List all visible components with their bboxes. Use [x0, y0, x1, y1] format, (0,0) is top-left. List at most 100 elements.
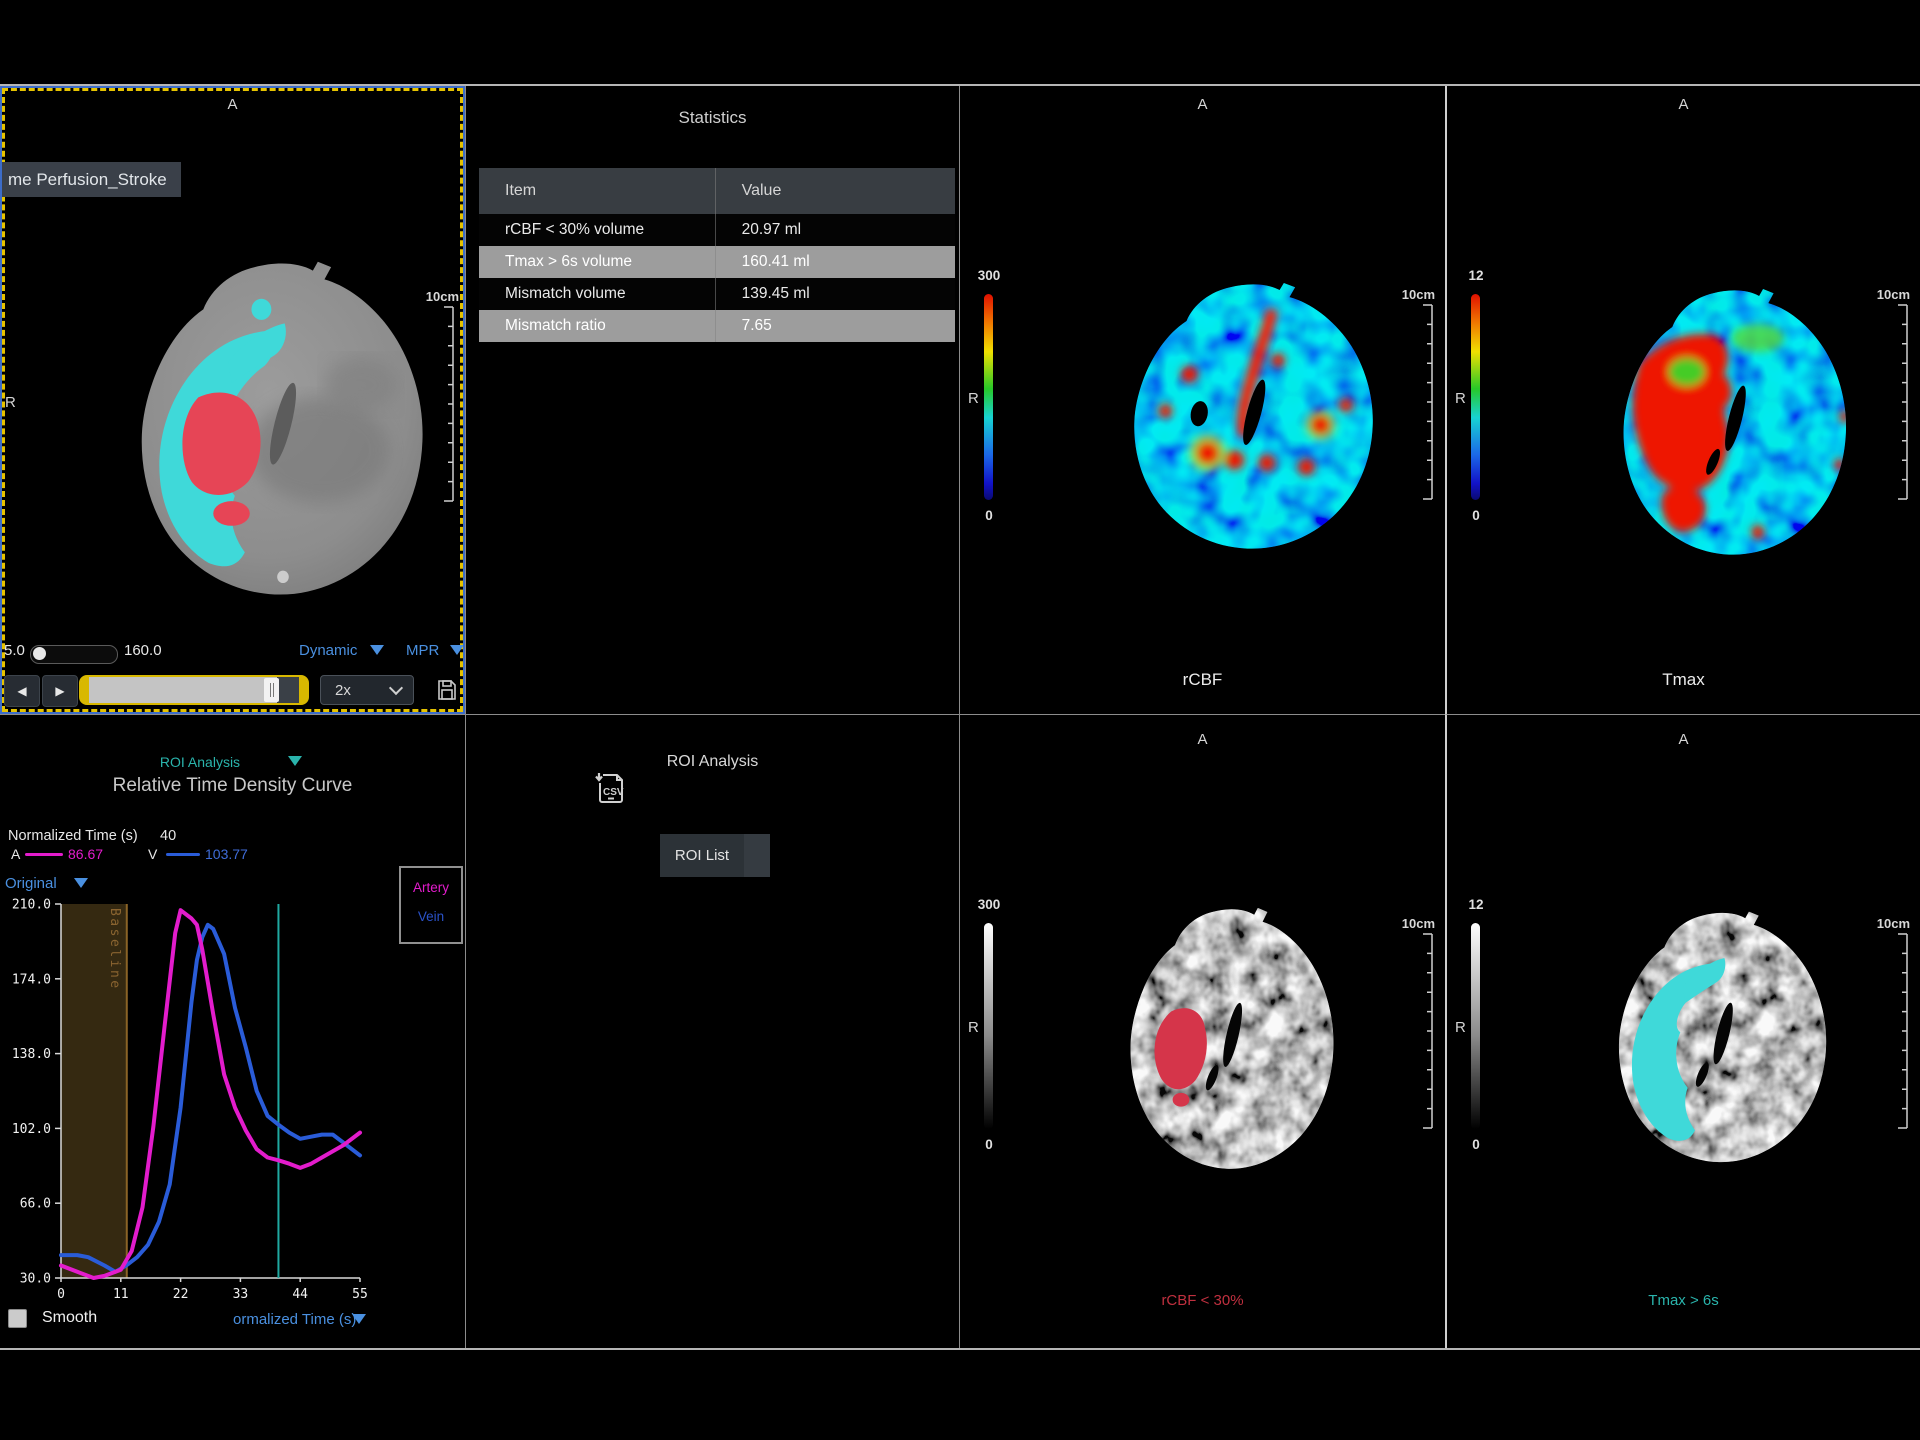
x-tick-label: 22: [173, 1287, 189, 1302]
dropdown-arrow-icon[interactable]: [352, 1314, 366, 1324]
next-frame-button[interactable]: ▶: [42, 675, 78, 707]
y-tick-label: 30.0: [20, 1272, 51, 1287]
map-caption: Tmax > 6s: [1447, 1292, 1920, 1309]
colorbar-jet: [984, 294, 993, 500]
colorbar-max-label: 12: [1456, 268, 1496, 283]
stat-item-cell: Tmax > 6s volume: [479, 253, 715, 271]
prev-icon: ◀: [17, 684, 26, 698]
roi-list-split[interactable]: [744, 834, 770, 877]
panel-ct-volume[interactable]: A me Perfusion_Stroke R 10cm: [0, 86, 465, 714]
colorbar-min-label: 0: [969, 1137, 1009, 1152]
orientation-a-label: A: [960, 96, 1445, 113]
panel-roi-analysis[interactable]: ROI Analysis CSV ROI List: [465, 714, 959, 1348]
colorbar-jet: [1471, 294, 1480, 500]
colorbar-min-label: 0: [1456, 508, 1496, 523]
scale-label: 10cm: [1877, 287, 1910, 302]
tmax-penumbra-brain-map: [1597, 905, 1842, 1170]
csv-export-icon: CSV: [593, 771, 627, 805]
orientation-a-label: A: [2, 96, 463, 113]
panel-tmax-map[interactable]: A 12 0 R 10cm: [1445, 86, 1920, 714]
scale-ruler: [1892, 304, 1908, 500]
prev-frame-button[interactable]: ◀: [4, 675, 40, 707]
save-button[interactable]: [432, 675, 462, 705]
panel-tmax-penumbra-map[interactable]: A 12 0 R 10cm Tmax > 6s: [1445, 714, 1920, 1348]
stat-item-cell: Mismatch ratio: [479, 317, 715, 335]
smooth-checkbox[interactable]: [8, 1309, 27, 1328]
timeline-left-cap[interactable]: [81, 677, 89, 703]
timeline-scrollbar[interactable]: [79, 675, 309, 705]
y-tick-label: 66.0: [20, 1197, 51, 1212]
chart-legend: Artery Vein: [399, 866, 463, 944]
table-row[interactable]: rCBF < 30% volume20.97 ml: [479, 214, 955, 246]
stat-value-cell: 139.45 ml: [715, 278, 955, 310]
scale-label: 10cm: [1402, 287, 1435, 302]
colorbar-max-label: 300: [969, 268, 1009, 283]
cine-speed-select[interactable]: 2x: [320, 675, 414, 705]
y-tick-label: 102.0: [12, 1122, 51, 1137]
panel-statistics[interactable]: Statistics Item Value rCBF < 30% volume2…: [465, 86, 959, 714]
y-tick-label: 138.0: [12, 1047, 51, 1062]
orientation-a-label: A: [1447, 731, 1920, 748]
mode-dropdown[interactable]: Dynamic: [299, 642, 357, 659]
viewport-grid: A me Perfusion_Stroke R 10cm: [0, 84, 1920, 1350]
stat-item-cell: rCBF < 30% volume: [479, 221, 715, 239]
scale-label: 10cm: [1402, 916, 1435, 931]
map-caption: Tmax: [1447, 670, 1920, 690]
timeline-remaining: [277, 677, 299, 703]
statistics-table: Item Value rCBF < 30% volume20.97 mlTmax…: [479, 168, 955, 342]
colorbar-gray: [1471, 923, 1480, 1129]
roi-list-label: ROI List: [660, 834, 744, 877]
map-caption: rCBF: [960, 670, 1445, 690]
window-slider-knob[interactable]: [33, 647, 46, 660]
stat-value-cell: 20.97 ml: [715, 214, 955, 246]
stat-item-cell: Mismatch volume: [479, 285, 715, 303]
y-tick-label: 174.0: [12, 972, 51, 987]
scale-ruler: [1892, 933, 1908, 1129]
series-badge: me Perfusion_Stroke: [2, 162, 181, 197]
legend-artery: Artery: [401, 880, 461, 895]
x-tick-label: 55: [352, 1287, 368, 1302]
mode-dropdown-arrow-icon[interactable]: [370, 645, 384, 655]
legend-vein: Vein: [401, 909, 461, 924]
colorbar-max-label: 300: [969, 897, 1009, 912]
smooth-label: Smooth: [42, 1309, 97, 1327]
csv-export-button[interactable]: CSV: [593, 771, 627, 805]
application-window: A me Perfusion_Stroke R 10cm: [0, 0, 1920, 1440]
ct-brain-image: [112, 253, 444, 605]
timeline-right-cap[interactable]: [299, 677, 307, 703]
layout-dropdown[interactable]: MPR: [406, 642, 439, 659]
table-row[interactable]: Mismatch volume139.45 ml: [479, 278, 955, 310]
column-value: Value: [715, 168, 955, 214]
colorbar-min-label: 0: [969, 508, 1009, 523]
baseline-label: Baseline: [107, 908, 122, 991]
x-tick-label: 44: [292, 1287, 308, 1302]
time-density-chart: Baseline210.0174.0138.0102.066.030.00112…: [0, 715, 465, 1348]
column-item: Item: [479, 182, 715, 200]
tmax-brain-map: [1600, 282, 1863, 563]
table-row[interactable]: Tmax > 6s volume160.41 ml: [479, 246, 955, 278]
orientation-r-label: R: [968, 390, 979, 407]
cine-speed-value: 2x: [335, 682, 391, 699]
stat-value-cell: 160.41 ml: [715, 246, 955, 278]
next-icon: ▶: [55, 684, 64, 698]
panel-rcbf-core-map[interactable]: A 300 0 R 10cm rCBF < 30%: [959, 714, 1445, 1348]
orientation-r-label: R: [968, 1019, 979, 1036]
xaxis-dropdown[interactable]: ormalized Time (s): [233, 1311, 356, 1328]
panel-time-density-curve[interactable]: ROI Analysis Relative Time Density Curve…: [0, 714, 465, 1348]
table-row[interactable]: Mismatch ratio7.65: [479, 310, 955, 342]
x-tick-label: 33: [233, 1287, 249, 1302]
rcbf-core-brain-map: [1109, 901, 1349, 1177]
scale-ruler: [1417, 933, 1433, 1129]
window-slider[interactable]: [30, 645, 118, 664]
panel-title: Statistics: [466, 108, 959, 128]
colorbar-gray: [984, 923, 993, 1129]
stat-value-cell: 7.65: [715, 310, 955, 342]
orientation-a-label: A: [1447, 96, 1920, 113]
timeline-thumb[interactable]: [264, 678, 279, 702]
panel-rcbf-map[interactable]: A 300 0 R 10cm: [959, 86, 1445, 714]
layout-dropdown-arrow-icon[interactable]: [450, 645, 464, 655]
roi-list-button[interactable]: ROI List: [660, 834, 770, 877]
orientation-r-label: R: [1455, 390, 1466, 407]
orientation-r-label: R: [1455, 1019, 1466, 1036]
rcbf-brain-map: [1109, 276, 1391, 557]
